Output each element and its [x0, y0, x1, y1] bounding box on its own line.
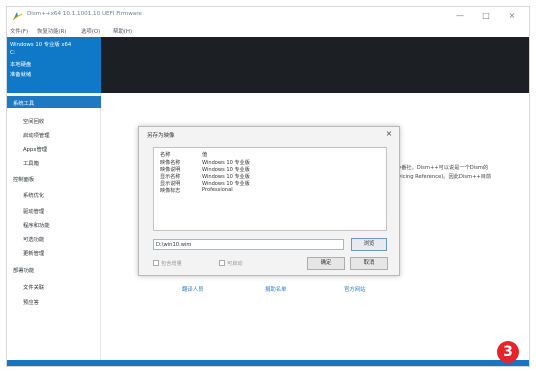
close-button[interactable]: ×	[503, 9, 521, 23]
sidebar-item-file-assoc[interactable]: 文件关联	[23, 283, 44, 291]
sidebar-item-startup[interactable]: 启动项管理	[23, 131, 50, 139]
table-cell-value: Professional	[202, 187, 233, 193]
status-bar	[7, 360, 529, 366]
title-bar: Dism++x64 10.1.1001.10 UEFI Firmware — □…	[7, 7, 529, 25]
table-cell-key: 显示名称	[160, 174, 181, 180]
menu-file[interactable]: 文件(F)	[10, 27, 28, 35]
step-number-badge: 3	[497, 341, 519, 363]
table-cell-key: 映像标志	[160, 188, 181, 194]
image-info-table: 名称 值 映像名称 Windows 10 专业版 映像说明 Windows 10…	[153, 147, 387, 231]
include-delta-checkbox[interactable]: 包含增量	[153, 260, 182, 267]
maximize-button[interactable]: □	[477, 9, 495, 23]
column-header-name: 名称	[160, 152, 171, 158]
ok-button[interactable]: 确定	[307, 257, 345, 270]
os-storage: 本地硬盘	[10, 62, 32, 68]
minimize-button[interactable]: —	[451, 9, 469, 23]
sidebar-item-cleanup[interactable]: 空间回收	[23, 117, 44, 125]
table-row[interactable]: 显示说明 Windows 10 专业版	[154, 180, 386, 187]
browse-button[interactable]: 浏览	[351, 238, 387, 251]
link-translators[interactable]: 翻译人员	[182, 285, 204, 293]
image-header: Windows 10 专业版 x64 C: 本地硬盘 准备就绪	[7, 37, 529, 93]
link-donors[interactable]: 捐助名单	[265, 285, 287, 293]
sidebar-active-label: 系统工具	[13, 101, 35, 107]
save-image-dialog: 另存为映像 × 名称 值 映像名称 Windows 10 专业版 映像说明 Wi…	[138, 126, 400, 276]
sidebar-group-control-panel[interactable]: 控制面板	[13, 175, 34, 183]
table-cell-value: Windows 10 专业版	[202, 181, 250, 187]
os-drive: C:	[10, 50, 16, 56]
bootable-checkbox[interactable]: 可启动	[219, 260, 243, 267]
checkbox-label: 可启动	[227, 261, 243, 267]
link-website[interactable]: 官方网站	[344, 285, 366, 293]
os-status: 准备就绪	[10, 72, 32, 78]
sidebar-item-optimize[interactable]: 系统优化	[23, 191, 44, 199]
dialog-title: 另存为映像	[147, 133, 175, 139]
column-header-value: 值	[202, 152, 208, 158]
sidebar-item-updates[interactable]: 更新管理	[23, 249, 44, 257]
intro-text-line2: rvicing Reference)。因此Dism++目前	[396, 174, 492, 180]
sidebar-item-toolbox[interactable]: 工具箱	[23, 159, 39, 167]
table-row[interactable]: 显示名称 Windows 10 专业版	[154, 173, 386, 180]
table-cell-key: 映像名称	[160, 160, 181, 166]
cancel-button[interactable]: 取消	[350, 257, 388, 270]
table-cell-key: 映像说明	[160, 167, 181, 173]
table-cell-key: 显示说明	[160, 181, 181, 187]
sidebar-item-drivers[interactable]: 驱动管理	[23, 207, 44, 215]
table-cell-value: Windows 10 专业版	[202, 160, 250, 166]
menu-bar: 文件(F) 恢复功能(R) 选项(O) 帮助(H)	[7, 25, 529, 37]
sidebar: 系统工具 空间回收 启动项管理 Appx管理 工具箱 控制面板 系统优化 驱动管…	[7, 93, 101, 366]
os-name: Windows 10 专业版 x64	[10, 42, 72, 48]
app-logo-icon	[12, 12, 23, 21]
sidebar-item-system-tools[interactable]: 系统工具	[7, 96, 101, 108]
os-image-tile[interactable]: Windows 10 专业版 x64 C: 本地硬盘 准备就绪	[7, 37, 101, 93]
sidebar-group-deploy[interactable]: 部署功能	[13, 266, 34, 274]
checkbox-label: 包含增量	[161, 261, 182, 267]
dialog-close-button[interactable]: ×	[383, 128, 395, 140]
table-row[interactable]: 映像说明 Windows 10 专业版	[154, 166, 386, 173]
menu-restore[interactable]: 恢复功能(R)	[37, 27, 67, 35]
table-cell-value: Windows 10 专业版	[202, 174, 250, 180]
menu-help[interactable]: 帮助(H)	[113, 27, 132, 35]
sidebar-item-answer-file[interactable]: 预应答	[23, 298, 39, 306]
save-path-input[interactable]	[153, 239, 344, 250]
table-row[interactable]: 映像标志 Professional	[154, 187, 386, 194]
table-cell-value: Windows 10 专业版	[202, 167, 250, 173]
table-row[interactable]: 映像名称 Windows 10 专业版	[154, 159, 386, 166]
sidebar-item-appx[interactable]: Appx管理	[23, 145, 47, 153]
checkbox-box	[153, 260, 159, 266]
sidebar-item-programs[interactable]: 程序和功能	[23, 221, 50, 229]
checkbox-box	[219, 260, 225, 266]
window-title: Dism++x64 10.1.1001.10 UEFI Firmware	[27, 11, 142, 17]
menu-options[interactable]: 选项(O)	[81, 27, 100, 35]
intro-text-line1: 小番社。Dism++可以说是一个Dism的	[396, 165, 489, 171]
sidebar-item-features[interactable]: 可选功能	[23, 235, 44, 243]
